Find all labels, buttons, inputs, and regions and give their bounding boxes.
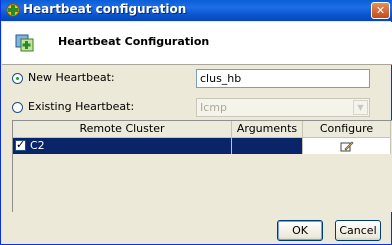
column-header-remote-cluster[interactable]: Remote Cluster xyxy=(13,121,232,138)
ok-button[interactable]: OK xyxy=(277,220,323,241)
existing-heartbeat-value: Icmp xyxy=(200,101,227,114)
remote-cluster-cell[interactable]: ✓ C2 xyxy=(13,138,232,154)
new-heartbeat-input[interactable]: clus_hb xyxy=(196,69,370,88)
existing-heartbeat-select[interactable]: Icmp ▼ xyxy=(196,98,370,117)
close-button[interactable]: ✕ xyxy=(371,2,390,19)
title-bar[interactable]: Heartbeat configuration ✕ xyxy=(1,0,392,21)
checkmark-icon: ✓ xyxy=(16,138,26,151)
column-header-arguments[interactable]: Arguments xyxy=(232,121,303,138)
heartbeat-configuration-dialog: Heartbeat configuration ✕ Heartbeat Conf… xyxy=(0,0,392,245)
app-icon xyxy=(6,3,20,17)
existing-heartbeat-label: Existing Heartbeat: xyxy=(28,100,135,113)
table-row[interactable]: ✓ C2 xyxy=(13,138,391,154)
column-header-configure[interactable]: Configure xyxy=(303,121,391,138)
row-checkbox[interactable]: ✓ xyxy=(15,138,26,151)
remote-cluster-value: C2 xyxy=(30,139,45,152)
remote-cluster-table: Remote Cluster Arguments Configure ✓ C2 xyxy=(12,120,392,212)
edit-icon[interactable] xyxy=(340,140,354,152)
window-title: Heartbeat configuration xyxy=(23,2,187,16)
existing-heartbeat-radio[interactable] xyxy=(12,102,23,113)
new-heartbeat-label: New Heartbeat: xyxy=(28,71,115,84)
new-heartbeat-radio[interactable] xyxy=(12,73,23,84)
heartbeat-config-icon xyxy=(15,34,34,52)
cancel-button[interactable]: Cancel xyxy=(335,220,381,241)
chevron-down-icon[interactable]: ▼ xyxy=(353,100,368,115)
dialog-header: Heartbeat Configuration xyxy=(2,22,392,65)
configure-cell[interactable] xyxy=(303,138,391,154)
arguments-cell[interactable] xyxy=(232,138,303,154)
dialog-header-title: Heartbeat Configuration xyxy=(58,35,210,48)
